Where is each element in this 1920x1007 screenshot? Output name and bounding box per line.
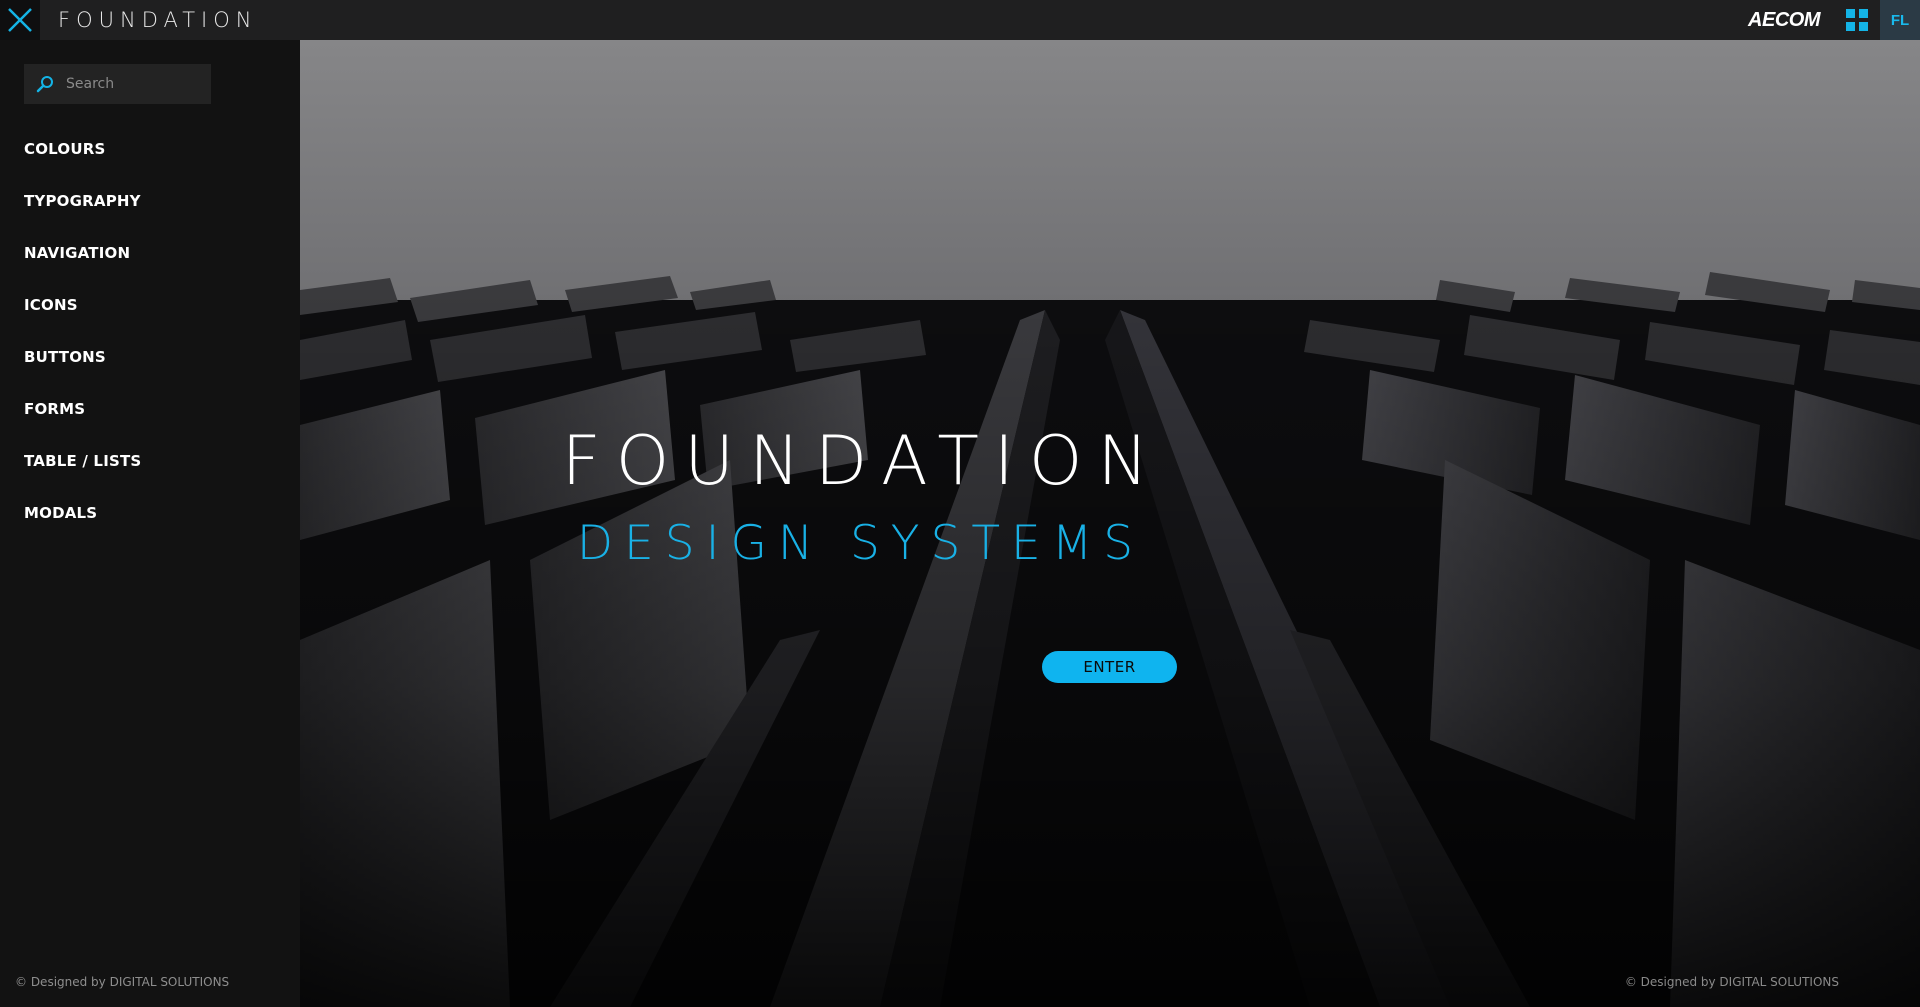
nav-item-table-lists[interactable]: TABLE / LISTS bbox=[24, 435, 141, 487]
sidebar: COLOURS TYPOGRAPHY NAVIGATION ICONS BUTT… bbox=[0, 40, 300, 1007]
nav-item-colours[interactable]: COLOURS bbox=[24, 123, 141, 175]
nav-item-modals[interactable]: MODALS bbox=[24, 487, 141, 539]
nav-item-typography[interactable]: TYPOGRAPHY bbox=[24, 175, 141, 227]
nav-list: COLOURS TYPOGRAPHY NAVIGATION ICONS BUTT… bbox=[24, 123, 141, 539]
sidebar-footer-credit: © Designed by DIGITAL SOLUTIONS bbox=[15, 975, 230, 989]
hero-footer-credit: © Designed by DIGITAL SOLUTIONS bbox=[1624, 975, 1839, 989]
aecom-logo: AECOM bbox=[1748, 8, 1820, 31]
nav-item-navigation[interactable]: NAVIGATION bbox=[24, 227, 141, 279]
user-avatar[interactable]: FL bbox=[1880, 0, 1920, 40]
hero-section: FOUNDATION DESIGN SYSTEMS ENTER © Design… bbox=[300, 40, 1920, 1007]
hero-title: FOUNDATION bbox=[561, 422, 1164, 501]
apps-grid-button[interactable] bbox=[1846, 9, 1868, 31]
enter-button[interactable]: ENTER bbox=[1042, 651, 1177, 683]
hero-subtitle: DESIGN SYSTEMS bbox=[576, 516, 1145, 571]
nav-item-buttons[interactable]: BUTTONS bbox=[24, 331, 141, 383]
nav-item-icons[interactable]: ICONS bbox=[24, 279, 141, 331]
close-icon bbox=[8, 8, 32, 32]
search-icon bbox=[36, 76, 53, 93]
search-box bbox=[24, 64, 211, 104]
app-title: FOUNDATION bbox=[58, 8, 258, 32]
top-bar: FOUNDATION AECOM FL bbox=[0, 0, 1920, 40]
search-input[interactable] bbox=[64, 75, 204, 93]
grid-icon bbox=[1846, 9, 1855, 18]
close-menu-button[interactable] bbox=[0, 0, 40, 40]
nav-item-forms[interactable]: FORMS bbox=[24, 383, 141, 435]
